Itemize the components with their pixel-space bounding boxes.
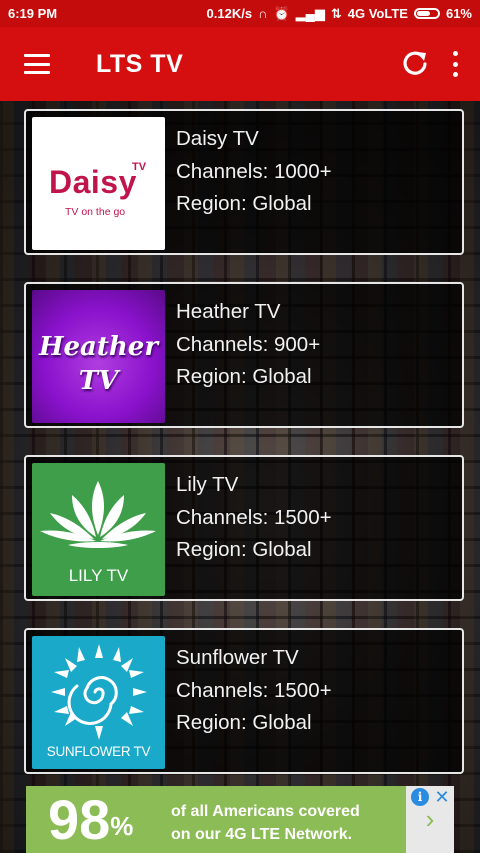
ad-line-2: on our 4G LTE Network.	[171, 826, 353, 843]
item-region: Region: Global	[176, 365, 312, 388]
channel-list: TV Daisy TV on the go Daisy TV Channels:…	[24, 109, 464, 774]
item-name: Heather TV	[176, 300, 281, 323]
logo-wordmark: Daisy	[49, 164, 137, 200]
heather-tv-logo: Heather TV	[32, 290, 165, 423]
data-arrows-icon: ⇅	[330, 5, 342, 21]
logo-tagline: TV on the go	[65, 206, 126, 218]
ad-line-1: of all Americans covered	[171, 803, 360, 820]
alarm-off-icon: ⏰	[273, 5, 290, 21]
daisy-tv-logo: TV Daisy TV on the go	[32, 117, 165, 250]
item-name: Lily TV	[176, 473, 239, 496]
battery-level: 61%	[445, 6, 472, 21]
item-info: Heather TV Channels: 900+ Region: Global	[176, 290, 320, 420]
ad-percentage: 98%	[48, 788, 133, 852]
headphone-icon: ∩	[258, 6, 268, 21]
hamburger-menu-icon[interactable]	[24, 54, 50, 74]
item-info: Sunflower TV Channels: 1500+ Region: Glo…	[176, 636, 332, 766]
more-options-icon[interactable]	[452, 51, 458, 77]
logo-tv-mark: TV	[78, 366, 119, 396]
item-name: Daisy TV	[176, 127, 259, 150]
list-item-daisy-tv[interactable]: TV Daisy TV on the go Daisy TV Channels:…	[24, 109, 464, 255]
ad-percent-value: 98	[48, 788, 111, 851]
list-item-heather-tv[interactable]: Heather TV Heather TV Channels: 900+ Reg…	[24, 282, 464, 428]
network-type: 4G VoLTE	[347, 6, 408, 21]
item-channels: Channels: 1500+	[176, 505, 332, 529]
item-name: Sunflower TV	[176, 646, 299, 669]
network-speed: 0.12K/s	[206, 6, 253, 21]
status-bar: 6:19 PM 0.12K/s ∩ ⏰ ▂▄▆ ⇅ 4G VoLTE 61%	[0, 0, 480, 27]
logo-wordmark: LILY TV	[68, 566, 129, 585]
logo-name: Heather	[38, 332, 159, 362]
battery-icon	[413, 8, 440, 19]
item-info: Daisy TV Channels: 1000+ Region: Global	[176, 117, 332, 247]
lily-tv-logo: LILY TV	[32, 463, 165, 596]
item-channels: Channels: 1000+	[176, 159, 332, 183]
item-region: Region: Global	[176, 192, 312, 215]
list-item-sunflower-tv[interactable]: SUNFLOWER TV Sunflower TV Channels: 1500…	[24, 628, 464, 774]
ad-copy: of all Americans covered on our 4G LTE N…	[171, 800, 360, 846]
sunflower-tv-logo: SUNFLOWER TV	[32, 636, 165, 769]
sun-swirl-icon	[51, 644, 147, 740]
list-item-lily-tv[interactable]: LILY TV Lily TV Channels: 1500+ Region: …	[24, 455, 464, 601]
signal-icon: ▂▄▆	[295, 5, 325, 21]
banner-ad[interactable]: 98% of all Americans covered on our 4G L…	[26, 786, 454, 853]
app-bar: LTS TV	[0, 27, 480, 101]
lotus-flower-icon	[40, 481, 156, 548]
ad-close-icon[interactable]: ✕	[432, 788, 452, 806]
item-region: Region: Global	[176, 538, 312, 561]
refresh-icon[interactable]	[400, 49, 430, 79]
ad-percent-sign: %	[110, 811, 134, 841]
item-info: Lily TV Channels: 1500+ Region: Global	[176, 463, 332, 593]
status-time: 6:19 PM	[8, 6, 58, 21]
app-title: LTS TV	[96, 49, 184, 78]
item-channels: Channels: 900+	[176, 332, 321, 356]
logo-wordmark: Heather TV	[32, 330, 165, 398]
item-channels: Channels: 1500+	[176, 678, 332, 702]
status-indicators: 0.12K/s ∩ ⏰ ▂▄▆ ⇅ 4G VoLTE 61%	[207, 6, 472, 22]
item-region: Region: Global	[176, 711, 312, 734]
ad-info-icon[interactable]: i	[411, 788, 429, 806]
logo-wordmark: SUNFLOWER TV	[46, 744, 151, 759]
